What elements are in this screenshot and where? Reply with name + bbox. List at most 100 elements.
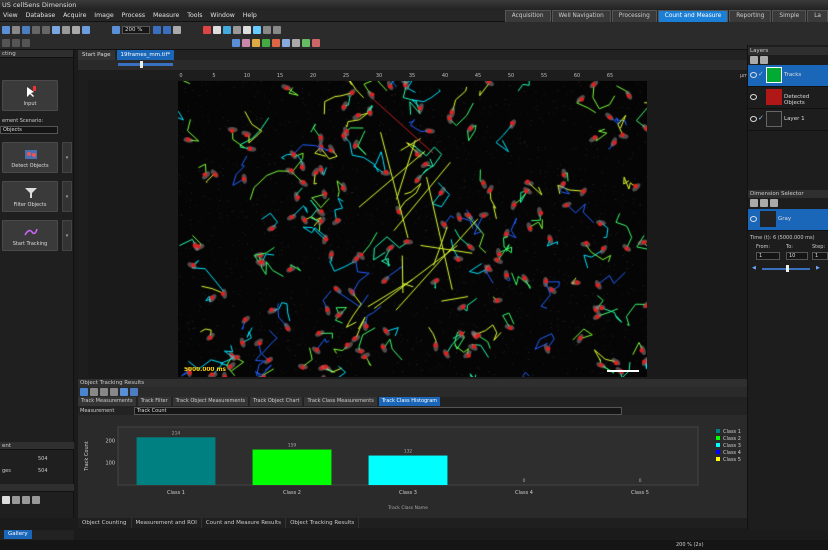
tab-well-navigation[interactable]: Well Navigation <box>551 10 611 22</box>
menu-image[interactable]: Image <box>91 10 116 22</box>
zoom-field[interactable]: 200 % <box>122 25 150 34</box>
text-tool-icon[interactable] <box>272 38 280 47</box>
refresh-icon[interactable] <box>110 388 118 396</box>
input-button[interactable]: Input <box>2 80 58 111</box>
tracking-options-arrow[interactable]: ▾ <box>62 220 72 251</box>
tab-image-document[interactable]: 19frames_mm.tif* <box>116 50 175 60</box>
tab-start-page[interactable]: Start Page <box>78 50 115 60</box>
tab-track-object-chart[interactable]: Track Object Chart <box>250 397 303 406</box>
dim-options-icon[interactable] <box>750 199 758 207</box>
layer-item-layer-1[interactable]: ✓ Layer 1 <box>748 109 828 131</box>
polygon-tool-icon[interactable] <box>242 38 250 47</box>
play-back-icon[interactable]: ◀ <box>752 265 756 271</box>
menu-process[interactable]: Process <box>119 10 148 22</box>
new-icon[interactable] <box>2 25 10 34</box>
time-slider-handle[interactable] <box>786 265 789 272</box>
pointer-tool-icon[interactable] <box>2 496 10 504</box>
tab-track-class-measurements[interactable]: Track Class Measurements <box>304 397 377 406</box>
open-icon[interactable] <box>12 25 20 34</box>
start-tracking-button[interactable]: Start Tracking <box>2 220 58 251</box>
dim-save-icon[interactable] <box>760 199 768 207</box>
select-icon[interactable] <box>52 25 60 34</box>
tab-processing[interactable]: Processing <box>611 10 657 22</box>
info-icon[interactable] <box>253 25 261 34</box>
menu-acquire[interactable]: Acquire <box>60 10 89 22</box>
display-icon[interactable] <box>243 25 251 34</box>
record-icon[interactable] <box>203 25 211 34</box>
measure-tool-icon[interactable] <box>292 38 300 47</box>
menu-help[interactable]: Help <box>240 10 260 22</box>
detect-objects-button[interactable]: Detect Objects <box>2 142 58 173</box>
frame-slider-handle[interactable] <box>140 61 143 68</box>
zoom-results-icon[interactable] <box>120 388 128 396</box>
menu-window[interactable]: Window <box>207 10 237 22</box>
detect-options-arrow[interactable]: ▾ <box>62 142 72 173</box>
export-icon[interactable] <box>80 388 88 396</box>
tab-count-and-measure-results[interactable]: Count and Measure Results <box>202 518 287 528</box>
fit-icon[interactable] <box>153 25 161 34</box>
angle-tool-icon[interactable] <box>282 38 290 47</box>
tool-icon[interactable] <box>273 25 281 34</box>
arrow-icon[interactable] <box>2 38 10 47</box>
to-field[interactable]: 10 <box>786 252 808 260</box>
layer-item-detected-objects[interactable]: Detected Objects <box>748 87 828 109</box>
tab-track-measurements[interactable]: Track Measurements <box>78 397 136 406</box>
histogram-icon[interactable] <box>263 25 271 34</box>
chart-icon[interactable] <box>130 388 138 396</box>
delete-icon[interactable] <box>312 38 320 47</box>
visibility-icon[interactable] <box>750 216 757 222</box>
visibility-icon[interactable] <box>750 72 757 78</box>
tab-track-class-histogram[interactable]: Track Class Histogram <box>378 397 441 406</box>
tab-track-filter[interactable]: Track Filter <box>137 397 171 406</box>
ruler-icon[interactable] <box>22 38 30 47</box>
filter-options-arrow[interactable]: ▾ <box>62 181 72 212</box>
tab-acquisition[interactable]: Acquisition <box>504 10 551 22</box>
dim-settings-icon[interactable] <box>770 199 778 207</box>
step-field[interactable]: 1 <box>812 252 828 260</box>
ellipse-tool-icon[interactable] <box>262 38 270 47</box>
filter-objects-button[interactable]: Filter Objects <box>2 181 58 212</box>
cell-tracks-canvas[interactable] <box>178 81 647 377</box>
magic-wand-icon[interactable] <box>302 38 310 47</box>
copy-icon[interactable] <box>72 25 80 34</box>
menu-measure[interactable]: Measure <box>150 10 182 22</box>
tab-reporting[interactable]: Reporting <box>729 10 772 22</box>
filter-results-icon[interactable] <box>100 388 108 396</box>
measurement-select[interactable]: Track Count <box>134 407 622 415</box>
tab-simple[interactable]: Simple <box>772 10 807 22</box>
tab-measurement-and-roi[interactable]: Measurement and ROI <box>132 518 202 528</box>
actual-size-icon[interactable] <box>163 25 171 34</box>
tab-object-tracking-results[interactable]: Object Tracking Results <box>286 518 360 528</box>
options-icon[interactable] <box>90 388 98 396</box>
play-forward-icon[interactable]: ▶ <box>816 265 820 271</box>
visibility-icon[interactable] <box>750 94 757 100</box>
scenario-select[interactable]: Objects <box>0 126 58 134</box>
merge-tool-icon[interactable] <box>12 496 20 504</box>
check-icon[interactable]: ✓ <box>758 70 764 78</box>
zoom-in-icon[interactable] <box>112 25 120 34</box>
grid-icon[interactable] <box>173 25 181 34</box>
tracking-image[interactable]: 5000.000 ms <box>178 81 647 377</box>
delete-layer-icon[interactable] <box>760 56 768 64</box>
line-tool-icon[interactable] <box>232 38 240 47</box>
menu-database[interactable]: Database <box>23 10 59 22</box>
settings-icon[interactable] <box>233 25 241 34</box>
tab-count-and-measure[interactable]: Count and Measure <box>657 10 729 22</box>
frame-slider[interactable] <box>118 63 173 66</box>
tab-la[interactable]: La <box>807 10 828 22</box>
gallery-tab[interactable]: Gallery <box>4 530 32 539</box>
snapshot-icon[interactable] <box>213 25 221 34</box>
layer-item-tracks[interactable]: ✓ Tracks <box>748 65 828 87</box>
menu-tools[interactable]: Tools <box>184 10 205 22</box>
menu-view[interactable]: View <box>0 10 21 22</box>
channel-item-gray[interactable]: Gray <box>748 209 828 231</box>
from-field[interactable]: 1 <box>756 252 780 260</box>
save-icon[interactable] <box>22 25 30 34</box>
split-tool-icon[interactable] <box>22 496 30 504</box>
tab-track-object-measurements[interactable]: Track Object Measurements <box>172 397 249 406</box>
tab-object-counting[interactable]: Object Counting <box>78 518 132 528</box>
new-layer-icon[interactable] <box>750 56 758 64</box>
live-icon[interactable] <box>223 25 231 34</box>
erase-tool-icon[interactable] <box>32 496 40 504</box>
visibility-icon[interactable] <box>750 116 757 122</box>
